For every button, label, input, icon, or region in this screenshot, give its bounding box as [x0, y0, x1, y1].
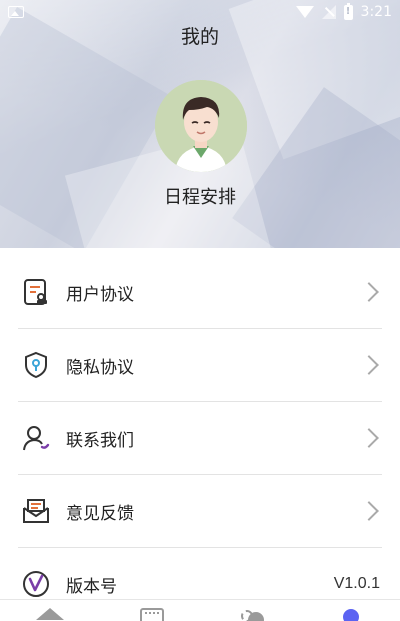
- weather-icon: [238, 608, 264, 621]
- menu-item-contact-us[interactable]: 联系我们: [18, 402, 382, 475]
- profile-icon: [343, 609, 359, 621]
- menu-item-label: 用户协议: [66, 284, 134, 305]
- contact-person-icon: [20, 422, 52, 454]
- image-icon: [8, 6, 24, 18]
- menu-item-label: 版本号: [66, 576, 117, 597]
- menu-item-privacy-agreement[interactable]: 隐私协议: [18, 329, 382, 402]
- chevron-right-icon: [359, 501, 379, 521]
- page-title: 我的: [180, 26, 219, 48]
- chevron-right-icon: [359, 428, 379, 448]
- user-name: 日程安排: [164, 187, 236, 208]
- wifi-icon: [295, 6, 314, 18]
- tab-profile[interactable]: [300, 600, 400, 621]
- version-v-icon: [20, 568, 52, 600]
- feedback-envelope-icon: [20, 495, 52, 527]
- bottom-navigation: [0, 599, 400, 621]
- status-time: 3:21: [360, 4, 392, 20]
- user-agreement-icon: [20, 276, 52, 308]
- cartoon-man-avatar-icon: [155, 80, 247, 172]
- chevron-right-icon: [359, 355, 379, 375]
- battery-alert-icon: [343, 2, 353, 20]
- tab-weather[interactable]: [200, 600, 300, 621]
- chevron-right-icon: [359, 282, 379, 302]
- calendar-icon: [140, 608, 164, 621]
- version-number: V1.0.1: [333, 575, 380, 592]
- status-bar: 3:21: [0, 0, 400, 24]
- avatar[interactable]: [155, 80, 247, 172]
- settings-menu: 用户协议 隐私协议 联系我们 意见反馈 版本号 V1.0.1: [0, 256, 400, 620]
- menu-item-label: 隐私协议: [66, 357, 134, 378]
- menu-item-feedback[interactable]: 意见反馈: [18, 475, 382, 548]
- tab-calendar[interactable]: [100, 600, 200, 621]
- tab-home[interactable]: [0, 600, 100, 621]
- profile-header: 3:21 我的 日程安排: [0, 0, 400, 248]
- menu-item-user-agreement[interactable]: 用户协议: [18, 256, 382, 329]
- menu-item-label: 联系我们: [66, 430, 134, 451]
- menu-item-label: 意见反馈: [66, 503, 134, 524]
- signal-off-icon: [321, 5, 336, 19]
- privacy-shield-icon: [20, 349, 52, 381]
- home-icon: [36, 608, 64, 620]
